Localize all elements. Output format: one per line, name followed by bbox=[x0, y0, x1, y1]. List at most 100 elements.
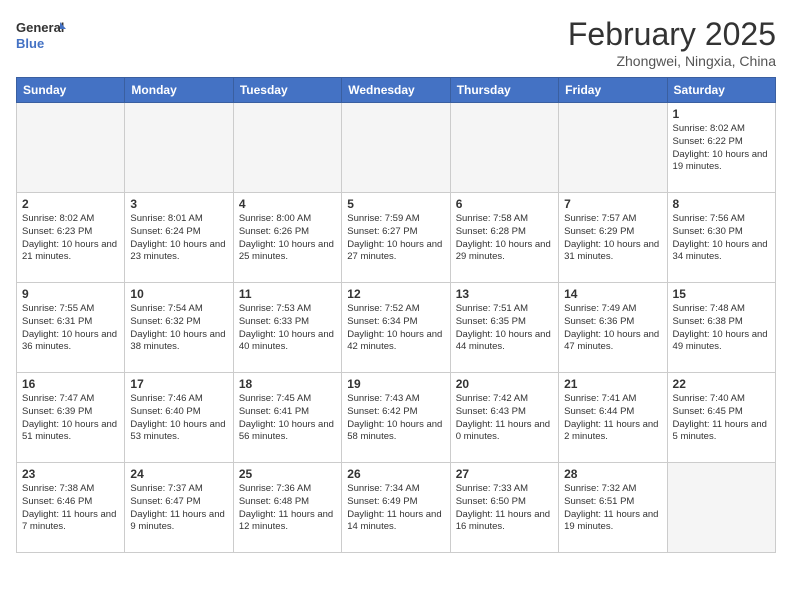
day-info: Sunrise: 7:48 AM Sunset: 6:38 PM Dayligh… bbox=[673, 303, 770, 354]
calendar-day-cell: 8 Sunrise: 7:56 AM Sunset: 6:30 PM Daylig… bbox=[667, 193, 775, 283]
day-info: Sunrise: 7:52 AM Sunset: 6:34 PM Dayligh… bbox=[347, 303, 444, 354]
calendar-week-row: 9 Sunrise: 7:55 AM Sunset: 6:31 PM Daylig… bbox=[17, 283, 776, 373]
day-info: Sunrise: 7:54 AM Sunset: 6:32 PM Dayligh… bbox=[130, 303, 227, 354]
day-info: Sunrise: 7:56 AM Sunset: 6:30 PM Dayligh… bbox=[673, 213, 770, 264]
calendar-day-cell: 10Sunrise: 7:54 AM Sunset: 6:32 PM Dayli… bbox=[125, 283, 233, 373]
day-info: Sunrise: 7:41 AM Sunset: 6:44 PM Dayligh… bbox=[564, 393, 661, 444]
day-number: 24 bbox=[130, 467, 227, 481]
calendar-week-row: 2 Sunrise: 8:02 AM Sunset: 6:23 PM Daylig… bbox=[17, 193, 776, 283]
svg-text:General: General bbox=[16, 20, 64, 35]
calendar-day-cell: 14Sunrise: 7:49 AM Sunset: 6:36 PM Dayli… bbox=[559, 283, 667, 373]
day-info: Sunrise: 7:51 AM Sunset: 6:35 PM Dayligh… bbox=[456, 303, 553, 354]
day-info: Sunrise: 8:01 AM Sunset: 6:24 PM Dayligh… bbox=[130, 213, 227, 264]
month-title: February 2025 bbox=[568, 16, 776, 53]
day-number: 22 bbox=[673, 377, 770, 391]
calendar-day-cell: 28 Sunrise: 7:32 AM Sunset: 6:51 PM Dayli… bbox=[559, 463, 667, 553]
calendar-day-cell bbox=[233, 103, 341, 193]
day-number: 9 bbox=[22, 287, 119, 301]
calendar-day-cell bbox=[559, 103, 667, 193]
day-number: 23 bbox=[22, 467, 119, 481]
day-number: 8 bbox=[673, 197, 770, 211]
calendar-day-cell: 25 Sunrise: 7:36 AM Sunset: 6:48 PM Dayli… bbox=[233, 463, 341, 553]
page-header: General Blue February 2025 Zhongwei, Nin… bbox=[16, 16, 776, 69]
day-number: 13 bbox=[456, 287, 553, 301]
day-number: 6 bbox=[456, 197, 553, 211]
location: Zhongwei, Ningxia, China bbox=[568, 53, 776, 69]
day-number: 20 bbox=[456, 377, 553, 391]
day-info: Sunrise: 7:38 AM Sunset: 6:46 PM Dayligh… bbox=[22, 483, 119, 534]
calendar-day-cell: 27Sunrise: 7:33 AM Sunset: 6:50 PM Dayli… bbox=[450, 463, 558, 553]
weekday-header: Sunday bbox=[17, 78, 125, 103]
day-info: Sunrise: 7:42 AM Sunset: 6:43 PM Dayligh… bbox=[456, 393, 553, 444]
weekday-header: Saturday bbox=[667, 78, 775, 103]
day-number: 2 bbox=[22, 197, 119, 211]
day-number: 26 bbox=[347, 467, 444, 481]
day-info: Sunrise: 7:47 AM Sunset: 6:39 PM Dayligh… bbox=[22, 393, 119, 444]
logo: General Blue bbox=[16, 16, 66, 54]
day-info: Sunrise: 7:57 AM Sunset: 6:29 PM Dayligh… bbox=[564, 213, 661, 264]
weekday-header: Friday bbox=[559, 78, 667, 103]
calendar-week-row: 23 Sunrise: 7:38 AM Sunset: 6:46 PM Dayli… bbox=[17, 463, 776, 553]
calendar-day-cell bbox=[450, 103, 558, 193]
weekday-header-row: SundayMondayTuesdayWednesdayThursdayFrid… bbox=[17, 78, 776, 103]
calendar-day-cell: 9 Sunrise: 7:55 AM Sunset: 6:31 PM Daylig… bbox=[17, 283, 125, 373]
day-info: Sunrise: 7:43 AM Sunset: 6:42 PM Dayligh… bbox=[347, 393, 444, 444]
day-info: Sunrise: 7:45 AM Sunset: 6:41 PM Dayligh… bbox=[239, 393, 336, 444]
day-number: 4 bbox=[239, 197, 336, 211]
day-number: 17 bbox=[130, 377, 227, 391]
calendar-day-cell: 15 Sunrise: 7:48 AM Sunset: 6:38 PM Dayli… bbox=[667, 283, 775, 373]
calendar-day-cell: 16 Sunrise: 7:47 AM Sunset: 6:39 PM Dayli… bbox=[17, 373, 125, 463]
calendar-table: SundayMondayTuesdayWednesdayThursdayFrid… bbox=[16, 77, 776, 553]
day-number: 11 bbox=[239, 287, 336, 301]
day-info: Sunrise: 8:00 AM Sunset: 6:26 PM Dayligh… bbox=[239, 213, 336, 264]
day-number: 12 bbox=[347, 287, 444, 301]
calendar-day-cell: 19 Sunrise: 7:43 AM Sunset: 6:42 PM Dayli… bbox=[342, 373, 450, 463]
calendar-day-cell: 26 Sunrise: 7:34 AM Sunset: 6:49 PM Dayli… bbox=[342, 463, 450, 553]
day-info: Sunrise: 7:40 AM Sunset: 6:45 PM Dayligh… bbox=[673, 393, 770, 444]
day-number: 16 bbox=[22, 377, 119, 391]
day-info: Sunrise: 7:34 AM Sunset: 6:49 PM Dayligh… bbox=[347, 483, 444, 534]
day-info: Sunrise: 7:55 AM Sunset: 6:31 PM Dayligh… bbox=[22, 303, 119, 354]
svg-text:Blue: Blue bbox=[16, 36, 44, 51]
day-number: 5 bbox=[347, 197, 444, 211]
calendar-day-cell: 1 Sunrise: 8:02 AM Sunset: 6:22 PM Daylig… bbox=[667, 103, 775, 193]
day-number: 28 bbox=[564, 467, 661, 481]
day-info: Sunrise: 7:49 AM Sunset: 6:36 PM Dayligh… bbox=[564, 303, 661, 354]
calendar-week-row: 16 Sunrise: 7:47 AM Sunset: 6:39 PM Dayli… bbox=[17, 373, 776, 463]
weekday-header: Monday bbox=[125, 78, 233, 103]
weekday-header: Tuesday bbox=[233, 78, 341, 103]
calendar-day-cell: 7 Sunrise: 7:57 AM Sunset: 6:29 PM Daylig… bbox=[559, 193, 667, 283]
calendar-day-cell bbox=[667, 463, 775, 553]
weekday-header: Thursday bbox=[450, 78, 558, 103]
day-info: Sunrise: 7:46 AM Sunset: 6:40 PM Dayligh… bbox=[130, 393, 227, 444]
calendar-day-cell: 20 Sunrise: 7:42 AM Sunset: 6:43 PM Dayli… bbox=[450, 373, 558, 463]
calendar-day-cell: 21 Sunrise: 7:41 AM Sunset: 6:44 PM Dayli… bbox=[559, 373, 667, 463]
day-info: Sunrise: 7:53 AM Sunset: 6:33 PM Dayligh… bbox=[239, 303, 336, 354]
day-info: Sunrise: 7:32 AM Sunset: 6:51 PM Dayligh… bbox=[564, 483, 661, 534]
day-info: Sunrise: 8:02 AM Sunset: 6:23 PM Dayligh… bbox=[22, 213, 119, 264]
day-number: 19 bbox=[347, 377, 444, 391]
day-info: Sunrise: 7:36 AM Sunset: 6:48 PM Dayligh… bbox=[239, 483, 336, 534]
day-number: 25 bbox=[239, 467, 336, 481]
day-info: Sunrise: 7:37 AM Sunset: 6:47 PM Dayligh… bbox=[130, 483, 227, 534]
day-number: 3 bbox=[130, 197, 227, 211]
calendar-day-cell: 5Sunrise: 7:59 AM Sunset: 6:27 PM Daylig… bbox=[342, 193, 450, 283]
calendar-day-cell: 11 Sunrise: 7:53 AM Sunset: 6:33 PM Dayli… bbox=[233, 283, 341, 373]
day-number: 1 bbox=[673, 107, 770, 121]
calendar-week-row: 1 Sunrise: 8:02 AM Sunset: 6:22 PM Daylig… bbox=[17, 103, 776, 193]
calendar-day-cell: 17 Sunrise: 7:46 AM Sunset: 6:40 PM Dayli… bbox=[125, 373, 233, 463]
calendar-day-cell bbox=[17, 103, 125, 193]
day-number: 15 bbox=[673, 287, 770, 301]
day-number: 18 bbox=[239, 377, 336, 391]
calendar-day-cell: 12 Sunrise: 7:52 AM Sunset: 6:34 PM Dayli… bbox=[342, 283, 450, 373]
day-info: Sunrise: 7:33 AM Sunset: 6:50 PM Dayligh… bbox=[456, 483, 553, 534]
calendar-day-cell: 6 Sunrise: 7:58 AM Sunset: 6:28 PM Daylig… bbox=[450, 193, 558, 283]
day-info: Sunrise: 7:58 AM Sunset: 6:28 PM Dayligh… bbox=[456, 213, 553, 264]
day-number: 7 bbox=[564, 197, 661, 211]
calendar-day-cell bbox=[342, 103, 450, 193]
weekday-header: Wednesday bbox=[342, 78, 450, 103]
day-number: 21 bbox=[564, 377, 661, 391]
day-info: Sunrise: 8:02 AM Sunset: 6:22 PM Dayligh… bbox=[673, 123, 770, 174]
calendar-day-cell bbox=[125, 103, 233, 193]
title-block: February 2025 Zhongwei, Ningxia, China bbox=[568, 16, 776, 69]
